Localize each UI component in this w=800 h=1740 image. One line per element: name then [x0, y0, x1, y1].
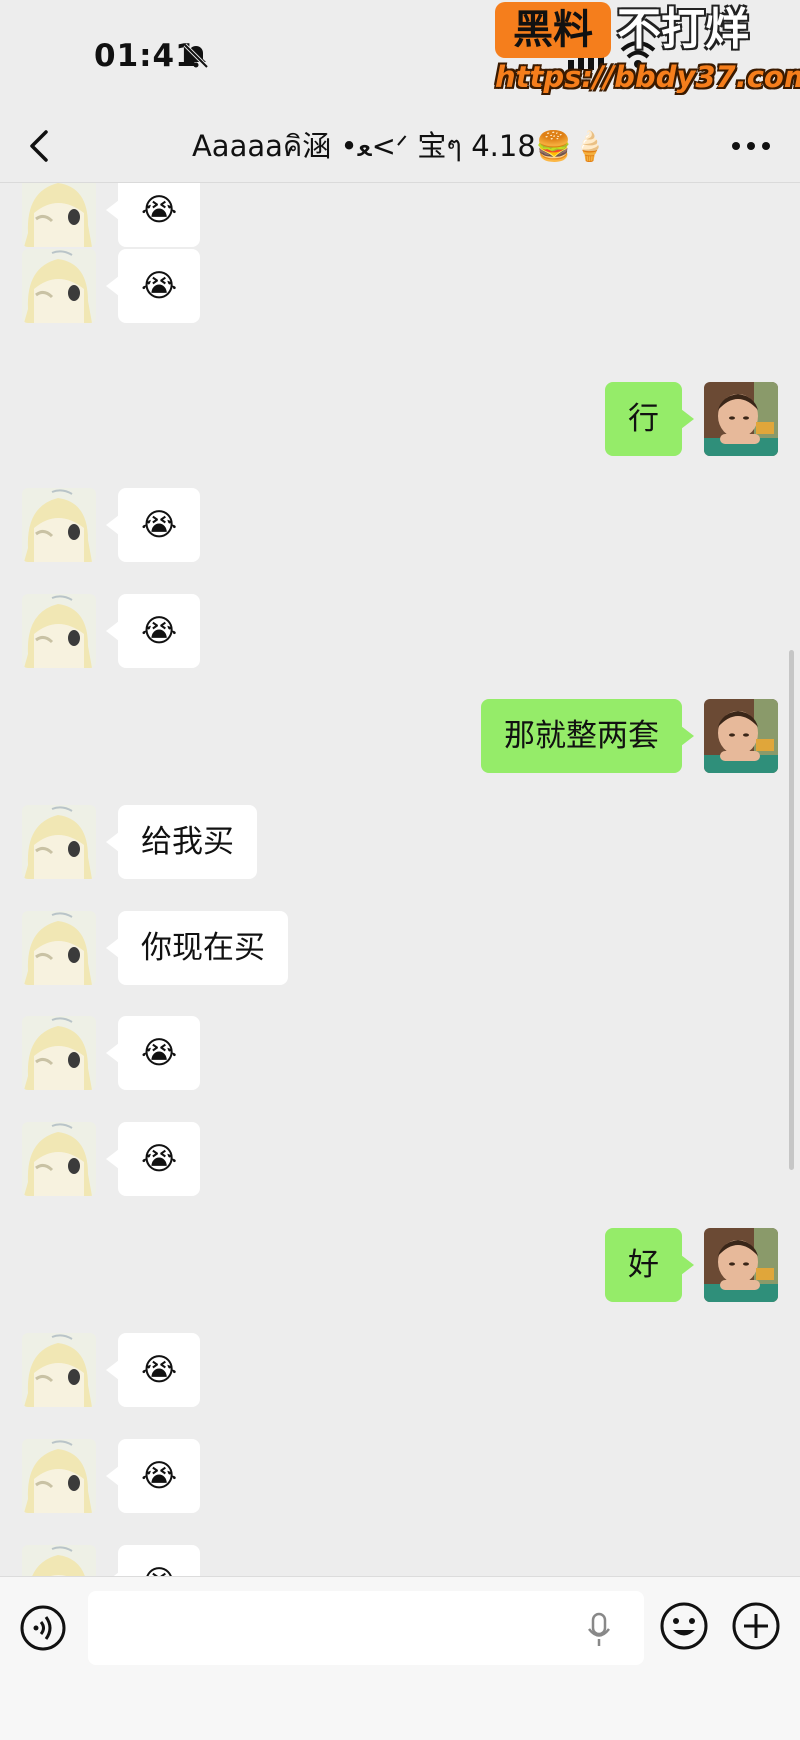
- incoming-message-bubble[interactable]: 😭: [105, 594, 201, 668]
- incoming-message-bubble[interactable]: 😭: [105, 1016, 201, 1090]
- microphone-icon[interactable]: [586, 1612, 612, 1648]
- contact-avatar[interactable]: [22, 1016, 96, 1090]
- message-row: 给我买: [0, 805, 800, 881]
- message-row: 😭: [0, 1439, 800, 1515]
- watermark-badge: 黑料: [495, 2, 611, 58]
- contact-avatar[interactable]: [22, 1439, 96, 1513]
- message-row: 好: [0, 1228, 800, 1304]
- plus-icon[interactable]: [731, 1601, 781, 1651]
- watermark: 黑料 不打烊 https://bbdy37.com: [495, 2, 800, 98]
- contact-avatar[interactable]: [22, 594, 96, 668]
- incoming-message-bubble[interactable]: 😭: [105, 249, 201, 323]
- message-input[interactable]: [88, 1591, 644, 1665]
- message-row: 你现在买: [0, 911, 800, 987]
- chat-title[interactable]: Aaaaaคิ涵 •ﻌ<ᐟ 宝ๆ 4.18🍔🍦: [150, 124, 650, 168]
- my-avatar[interactable]: [704, 699, 778, 773]
- incoming-message-bubble[interactable]: 😭: [105, 1333, 201, 1407]
- bell-muted-icon: [183, 43, 209, 69]
- voice-mode-icon[interactable]: [19, 1604, 67, 1652]
- outgoing-message-bubble[interactable]: 行: [605, 382, 694, 456]
- contact-avatar[interactable]: [22, 1545, 96, 1576]
- message-row: 😭: [0, 1122, 800, 1198]
- my-avatar[interactable]: [704, 382, 778, 456]
- incoming-message-bubble[interactable]: 😭: [105, 1545, 201, 1576]
- contact-avatar[interactable]: [22, 805, 96, 879]
- chat-scrollbar[interactable]: [789, 650, 794, 1170]
- outgoing-message-bubble[interactable]: 好: [605, 1228, 694, 1302]
- incoming-message-bubble[interactable]: 😭: [105, 183, 201, 247]
- contact-avatar[interactable]: [22, 488, 96, 562]
- message-row: 那就整两套: [0, 699, 800, 775]
- message-row: 😭: [0, 594, 800, 670]
- message-list[interactable]: 😭😭行😭😭那就整两套给我买你现在买😭😭好😭😭😭: [0, 183, 800, 1576]
- message-row: 😭: [0, 1016, 800, 1092]
- incoming-message-bubble[interactable]: 😭: [105, 1122, 201, 1196]
- incoming-message-bubble[interactable]: 😭: [105, 1439, 201, 1513]
- message-row: 😭: [0, 249, 800, 325]
- input-bar: [0, 1576, 800, 1740]
- message-row: 😭: [0, 1545, 800, 1576]
- message-row: 😭: [0, 1333, 800, 1409]
- incoming-message-bubble[interactable]: 😭: [105, 488, 201, 562]
- contact-avatar[interactable]: [22, 911, 96, 985]
- message-row: 😭: [0, 183, 800, 249]
- outgoing-message-bubble[interactable]: 那就整两套: [481, 699, 694, 773]
- watermark-text: 不打烊: [617, 4, 749, 55]
- my-avatar[interactable]: [704, 1228, 778, 1302]
- message-row: 行: [0, 382, 800, 458]
- status-bar: 01:41 黑料 不打烊 https://bbdy37.com: [0, 0, 800, 110]
- contact-avatar[interactable]: [22, 1122, 96, 1196]
- incoming-message-bubble[interactable]: 你现在买: [106, 911, 288, 985]
- contact-avatar[interactable]: [22, 249, 96, 323]
- chat-header: Aaaaaคิ涵 •ﻌ<ᐟ 宝ๆ 4.18🍔🍦: [0, 110, 800, 183]
- message-row: 😭: [0, 488, 800, 564]
- more-dots-icon[interactable]: [726, 130, 776, 162]
- contact-avatar[interactable]: [22, 183, 96, 247]
- contact-avatar[interactable]: [22, 1333, 96, 1407]
- emoji-icon[interactable]: [659, 1601, 709, 1651]
- incoming-message-bubble[interactable]: 给我买: [106, 805, 257, 879]
- watermark-url: https://bbdy37.com: [495, 60, 800, 94]
- back-arrow-icon[interactable]: [26, 128, 56, 164]
